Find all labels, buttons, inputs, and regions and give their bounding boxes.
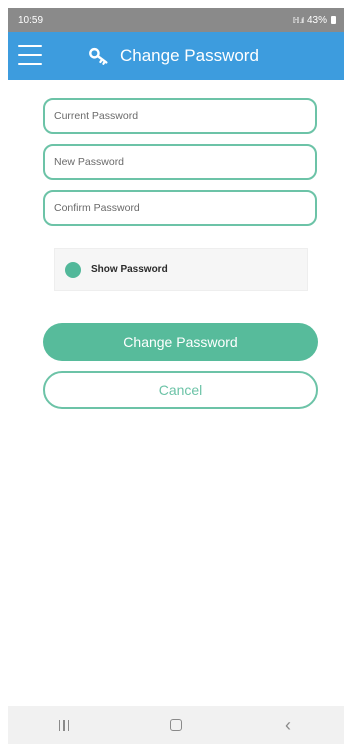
new-password-field[interactable] [43,144,317,180]
home-icon [170,719,182,731]
confirm-password-field[interactable] [43,190,317,226]
show-password-radio[interactable] [65,261,81,278]
recents-icon [58,719,70,731]
battery-icon [331,16,336,24]
show-password-toggle[interactable]: Show Password [54,248,308,291]
app-bar: Change Password [8,32,344,80]
page-title: Change Password [120,46,259,65]
back-icon: ‹ [285,715,291,735]
status-indicators: ℍ .ıl 43% [293,15,336,26]
system-nav-bar: ‹ [8,706,344,744]
page-title-group: Change Password [88,44,259,68]
hamburger-menu-icon[interactable] [18,45,42,65]
status-bar: 10:59 ℍ .ıl 43% [8,8,344,32]
recents-button[interactable] [44,710,84,740]
battery-percent: 43% [306,14,327,26]
key-icon [89,47,108,65]
change-password-button[interactable]: Change Password [43,323,318,361]
show-password-label: Show Password [91,264,168,275]
back-button[interactable]: ‹ [268,710,308,740]
screen: 10:59 ℍ .ıl 43% Change Password Show Pas… [0,0,350,744]
cancel-button[interactable]: Cancel [43,371,318,409]
home-button[interactable] [156,710,196,740]
current-password-field[interactable] [43,98,317,134]
signal-icon: ℍ .ıl [292,15,304,25]
status-time: 10:59 [18,14,44,26]
